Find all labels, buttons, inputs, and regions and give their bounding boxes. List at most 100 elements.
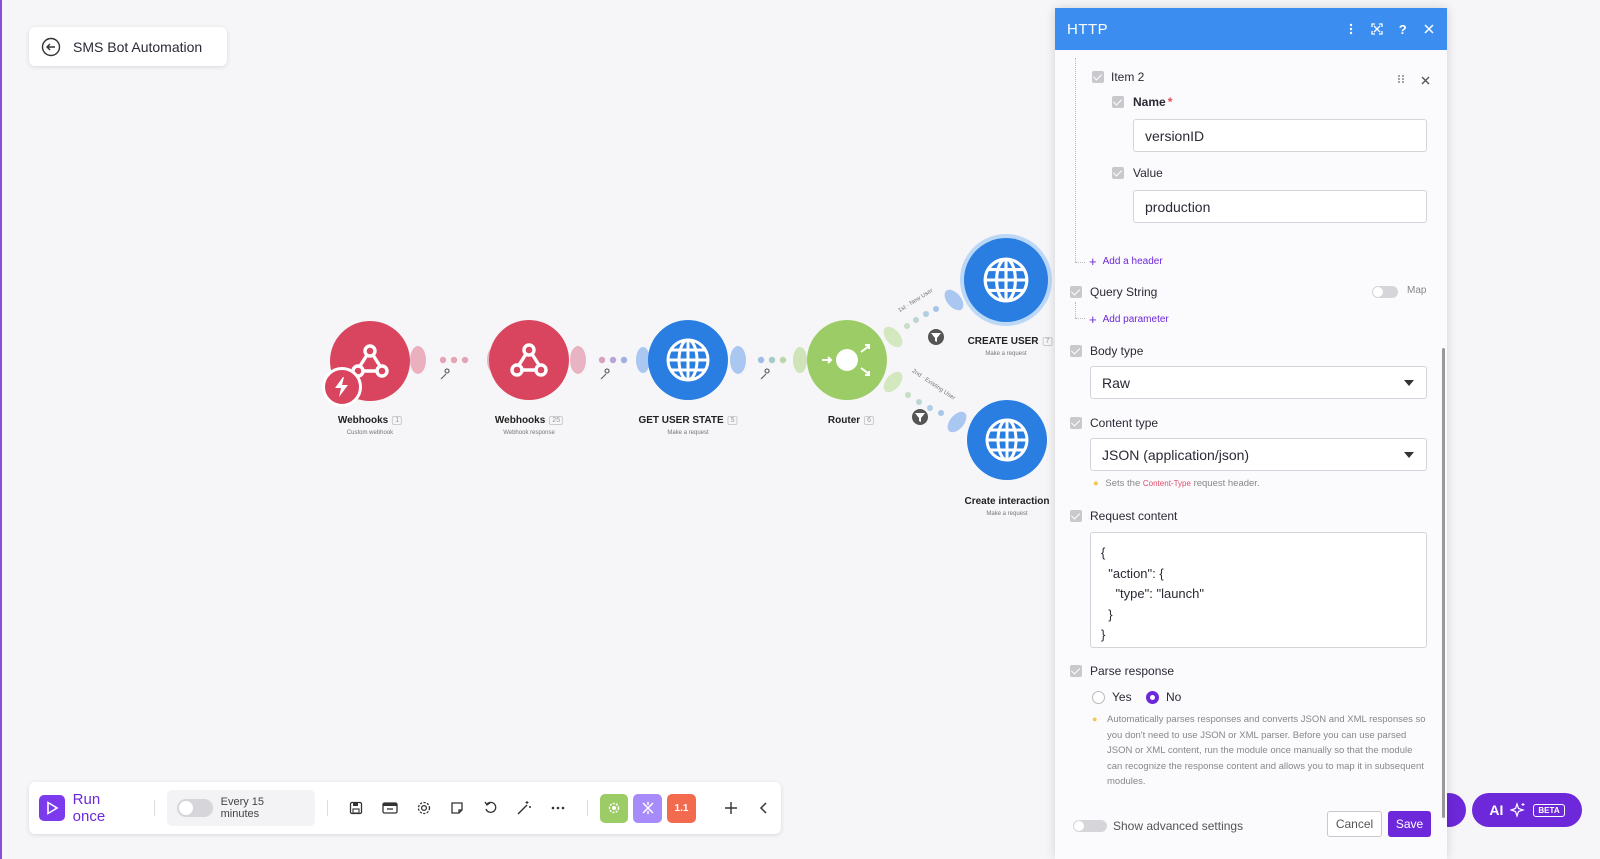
bottom-toolbar: Run once Every 15 minutes 1.1 (29, 782, 781, 834)
expand-icon[interactable] (1371, 23, 1383, 35)
back-to-scenarios-button[interactable]: SMS Bot Automation (29, 27, 227, 66)
panel-scrollbar[interactable] (1442, 348, 1445, 818)
value-checkbox[interactable] (1112, 167, 1124, 179)
name-checkbox[interactable] (1112, 96, 1124, 108)
name-label: Name * (1133, 95, 1173, 109)
required-mark: * (1167, 95, 1173, 109)
wrench-icon[interactable] (440, 368, 450, 380)
ai-label: AI (1489, 802, 1504, 818)
arrow-left-circle-icon (41, 37, 61, 56)
wrench-icon[interactable] (600, 368, 610, 380)
parse-no-radio[interactable] (1146, 691, 1159, 704)
schedule-toggle[interactable] (177, 799, 213, 817)
add-header-link[interactable]: + Add a header (1089, 254, 1163, 269)
panel-title: HTTP (1067, 20, 1109, 38)
node-label: CREATE USER 7 (968, 336, 1053, 347)
content-type-select[interactable]: JSON (application/json) (1090, 438, 1427, 471)
parse-yes-radio[interactable] (1092, 691, 1105, 704)
dropdown-caret-icon (1404, 451, 1414, 458)
cancel-button[interactable]: Cancel (1327, 811, 1382, 837)
auto-align-magic-icon[interactable] (508, 791, 542, 825)
more-options-icon[interactable] (541, 791, 575, 825)
panel-header: HTTP ? (1055, 8, 1447, 50)
query-string-checkbox[interactable] (1070, 286, 1082, 298)
flow-control-button[interactable] (633, 793, 663, 823)
save-icon[interactable] (340, 791, 374, 825)
create-interaction-module[interactable] (967, 400, 1047, 480)
node-label: GET USER STATE 5 (638, 415, 738, 426)
content-type-checkbox[interactable] (1070, 417, 1082, 429)
advanced-settings-label: Show advanced settings (1113, 819, 1244, 833)
router-module[interactable] (807, 320, 887, 400)
item-checkbox[interactable] (1092, 71, 1104, 83)
webhook-icon (510, 343, 548, 377)
plus-icon: + (1089, 312, 1097, 327)
node-label: Webhooks 1 (338, 415, 403, 426)
no-label: No (1166, 690, 1182, 704)
yes-label: Yes (1112, 690, 1132, 704)
header-name-input[interactable]: versionID (1133, 119, 1427, 152)
scenario-canvas[interactable]: Webhooks 1 Custom webhook Webhooks 25 Webh… (0, 0, 1060, 760)
content-type-value: JSON (application/json) (1102, 446, 1250, 463)
notes-icon[interactable] (440, 791, 474, 825)
divider (326, 800, 328, 816)
router-icon (822, 344, 870, 376)
scenario-io-icon[interactable] (373, 791, 407, 825)
node-sub: Custom webhook (346, 430, 394, 436)
help-question-icon[interactable]: ? (1397, 22, 1409, 37)
add-parameter-link[interactable]: + Add parameter (1089, 312, 1169, 327)
create-user-module[interactable] (964, 238, 1048, 322)
request-content-textarea[interactable]: { "action": { "type": "launch" } } (1090, 532, 1427, 648)
divider (586, 800, 588, 816)
body-type-checkbox[interactable] (1070, 345, 1082, 357)
node-label: Router 6 (828, 415, 875, 426)
remove-item-icon[interactable] (1421, 72, 1430, 90)
node-sub: Webhook response (503, 430, 555, 436)
tools-gear-button[interactable] (599, 793, 629, 823)
run-once-label: Run once (72, 791, 106, 825)
request-content-label: Request content (1090, 509, 1178, 523)
connector-1 (410, 346, 501, 374)
webhooks-response-module[interactable] (489, 320, 569, 400)
filter-icon[interactable] (912, 409, 928, 425)
body-type-select[interactable]: Raw (1090, 366, 1427, 399)
add-icon[interactable] (714, 791, 748, 825)
schedule-control[interactable]: Every 15 minutes (167, 790, 315, 826)
map-toggle[interactable] (1372, 286, 1398, 298)
tree-guide (1075, 58, 1076, 262)
play-icon (39, 795, 65, 821)
http-module-panel: HTTP ? Item 2 Name * versionID Value pro… (1055, 8, 1447, 859)
globe-icon (985, 418, 1029, 462)
node-label: Create interaction (964, 496, 1050, 507)
value-label: Value (1133, 166, 1163, 180)
get-user-state-module[interactable] (648, 320, 728, 400)
connector-2 (570, 346, 650, 374)
node-label: Webhooks 25 (495, 415, 564, 426)
ai-assistant-button[interactable]: AI BETA (1472, 793, 1582, 827)
kebab-menu-icon[interactable] (1345, 23, 1357, 35)
globe-icon (983, 257, 1029, 303)
header-value-input[interactable]: production (1133, 190, 1427, 223)
globe-icon (666, 338, 710, 382)
content-type-code: Content-Type (1142, 479, 1191, 488)
collapse-chevron-icon[interactable] (747, 791, 781, 825)
wrench-icon[interactable] (760, 368, 770, 380)
text-parser-button[interactable]: 1.1 (667, 793, 696, 823)
run-once-button[interactable]: Run once (39, 791, 136, 825)
beta-badge: BETA (1533, 803, 1565, 817)
filter-icon[interactable] (928, 329, 944, 345)
panel-body: Item 2 Name * versionID Value production … (1055, 50, 1447, 859)
request-content-checkbox[interactable] (1070, 510, 1082, 522)
drag-handle-icon[interactable] (1397, 71, 1405, 89)
text-parser-badge: 1.1 (674, 802, 689, 814)
close-icon[interactable] (1423, 24, 1435, 34)
parse-response-checkbox[interactable] (1070, 665, 1082, 677)
parse-response-label: Parse response (1090, 664, 1175, 678)
body-type-value: Raw (1102, 374, 1131, 391)
undo-icon[interactable] (474, 791, 508, 825)
save-button[interactable]: Save (1388, 811, 1431, 837)
settings-gear-icon[interactable] (407, 791, 441, 825)
advanced-settings-toggle[interactable] (1073, 820, 1107, 832)
schedule-label: Every 15 minutes (220, 796, 265, 820)
